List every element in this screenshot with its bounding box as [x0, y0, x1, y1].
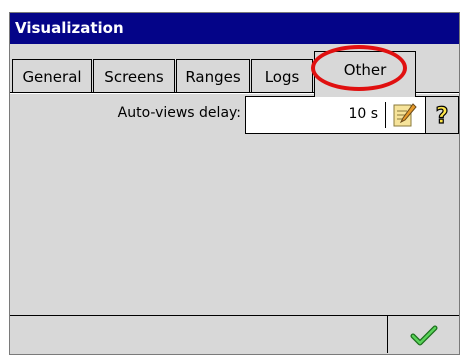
tab-general[interactable]: General — [12, 59, 92, 93]
window-title: Visualization — [10, 13, 459, 44]
visualization-window: Visualization General Screens Ranges Log… — [9, 12, 460, 355]
green-checkmark-icon — [410, 325, 437, 345]
tab-divider — [10, 92, 314, 93]
other-tab-panel: Auto-views delay: 10 s ? — [10, 93, 459, 317]
tab-other[interactable]: Other — [314, 51, 416, 97]
field-divider — [385, 102, 386, 128]
tab-strip: General Screens Ranges Logs Other — [10, 44, 459, 97]
tab-ranges[interactable]: Ranges — [176, 59, 250, 93]
auto-views-delay-label: Auto-views delay: — [117, 105, 241, 121]
auto-views-delay-value: 10 s — [348, 106, 378, 122]
svg-text:?: ? — [436, 104, 449, 128]
tab-logs[interactable]: Logs — [251, 59, 313, 93]
help-button[interactable]: ? — [425, 96, 459, 134]
question-mark-icon: ? — [435, 103, 449, 128]
tab-divider — [416, 92, 459, 93]
auto-views-delay-field[interactable]: 10 s — [245, 96, 429, 134]
tab-screens[interactable]: Screens — [93, 59, 175, 93]
status-bar — [10, 315, 459, 354]
notepad-pencil-icon[interactable] — [391, 102, 417, 128]
ok-button[interactable] — [387, 316, 459, 353]
